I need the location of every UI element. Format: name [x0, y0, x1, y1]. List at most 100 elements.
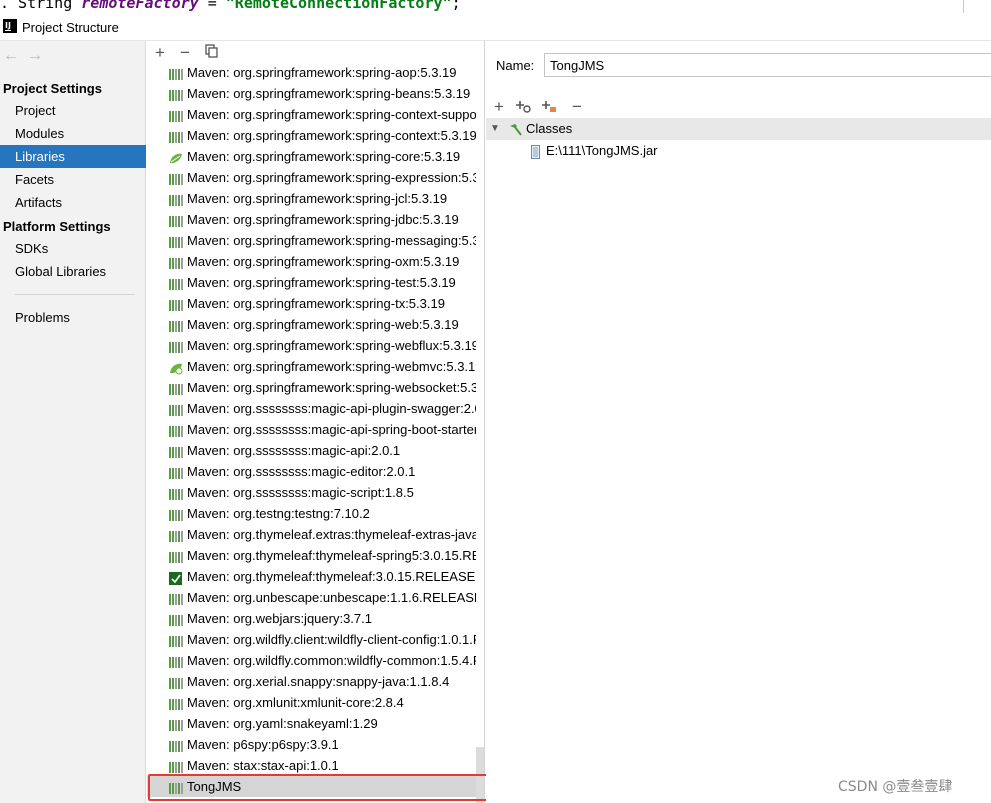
- library-row[interactable]: Maven: org.thymeleaf:thymeleaf:3.0.15.RE…: [147, 566, 477, 587]
- library-row[interactable]: Maven: org.unbescape:unbescape:1.1.6.REL…: [147, 587, 477, 608]
- library-row[interactable]: TongJMS: [147, 776, 477, 797]
- add-native-icon[interactable]: [541, 97, 561, 117]
- library-name: Maven: org.testng:testng:7.10.2: [187, 506, 370, 521]
- library-row[interactable]: Maven: org.springframework:spring-jdbc:5…: [147, 209, 477, 230]
- library-row[interactable]: Maven: org.ssssssss:magic-editor:2.0.1: [147, 461, 477, 482]
- chevron-down-icon[interactable]: ▼: [490, 118, 500, 140]
- library-name: Maven: org.xerial.snappy:snappy-java:1.1…: [187, 674, 450, 689]
- library-row[interactable]: Maven: org.xmlunit:xmlunit-core:2.8.4: [147, 692, 477, 713]
- section-project-settings: Project Settings: [3, 81, 102, 96]
- nav-item-facets[interactable]: Facets: [0, 168, 146, 191]
- maven-library-icon: [169, 192, 183, 206]
- library-name-input[interactable]: [544, 53, 991, 77]
- add-root-icon[interactable]: +: [489, 97, 509, 117]
- maven-library-icon: [169, 339, 183, 353]
- maven-library-icon: [169, 171, 183, 185]
- library-row[interactable]: Maven: org.springframework:spring-web:5.…: [147, 314, 477, 335]
- back-arrow-icon[interactable]: ←: [3, 46, 19, 66]
- library-name: Maven: org.springframework:spring-websoc…: [187, 380, 477, 395]
- spring-library-icon: [169, 360, 183, 375]
- library-row[interactable]: Maven: org.springframework:spring-webmvc…: [147, 356, 477, 377]
- section-platform-settings: Platform Settings: [3, 219, 111, 234]
- library-row[interactable]: Maven: org.springframework:spring-webflu…: [147, 335, 477, 356]
- library-name: Maven: org.wildfly.client:wildfly-client…: [187, 632, 477, 647]
- library-name: Maven: org.springframework:spring-messag…: [187, 233, 477, 248]
- library-row[interactable]: Maven: stax:stax-api:1.0.1: [147, 755, 477, 776]
- library-row[interactable]: Maven: org.ssssssss:magic-api-spring-boo…: [147, 419, 477, 440]
- settings-navigation: ← → Project Settings Project Modules Lib…: [0, 41, 146, 803]
- add-classes-icon[interactable]: [515, 97, 535, 117]
- library-row[interactable]: Maven: org.wildfly.common:wildfly-common…: [147, 650, 477, 671]
- copy-library-icon[interactable]: [202, 43, 222, 63]
- library-row[interactable]: Maven: org.springframework:spring-tx:5.3…: [147, 293, 477, 314]
- library-row[interactable]: Maven: org.springframework:spring-expres…: [147, 167, 477, 188]
- jar-entry[interactable]: E:\111\TongJMS.jar: [528, 140, 658, 161]
- nav-item-sdks[interactable]: SDKs: [0, 237, 146, 260]
- window-title: Project Structure: [22, 20, 119, 35]
- library-row[interactable]: Maven: p6spy:p6spy:3.9.1: [147, 734, 477, 755]
- library-name: Maven: org.ssssssss:magic-editor:2.0.1: [187, 464, 416, 479]
- library-row[interactable]: Maven: org.springframework:spring-messag…: [147, 230, 477, 251]
- library-name: Maven: org.springframework:spring-webmvc…: [187, 359, 477, 374]
- maven-library-icon: [169, 423, 183, 437]
- maven-library-icon: [169, 549, 183, 563]
- thymeleaf-library-icon: [169, 570, 183, 585]
- library-name: Maven: org.thymeleaf:thymeleaf-spring5:3…: [187, 548, 477, 563]
- classes-node[interactable]: ▼ Classes: [486, 118, 991, 140]
- nav-item-modules[interactable]: Modules: [0, 122, 146, 145]
- library-row[interactable]: Maven: org.testng:testng:7.10.2: [147, 503, 477, 524]
- library-row[interactable]: Maven: org.springframework:spring-websoc…: [147, 377, 477, 398]
- library-row[interactable]: Maven: org.springframework:spring-contex…: [147, 125, 477, 146]
- library-row[interactable]: Maven: org.xerial.snappy:snappy-java:1.1…: [147, 671, 477, 692]
- nav-item-artifacts[interactable]: Artifacts: [0, 191, 146, 214]
- library-row[interactable]: Maven: org.yaml:snakeyaml:1.29: [147, 713, 477, 734]
- scrollbar-track[interactable]: [476, 65, 484, 803]
- library-row[interactable]: Maven: org.webjars:jquery:3.7.1: [147, 608, 477, 629]
- library-name: Maven: org.ssssssss:magic-api-plugin-swa…: [187, 401, 477, 416]
- maven-library-icon: [169, 612, 183, 626]
- maven-library-icon: [169, 738, 183, 752]
- maven-library-icon: [169, 696, 183, 710]
- library-row[interactable]: Maven: org.springframework:spring-test:5…: [147, 272, 477, 293]
- library-row[interactable]: Maven: org.springframework:spring-contex…: [147, 104, 477, 125]
- library-row[interactable]: Maven: org.springframework:spring-aop:5.…: [147, 62, 477, 83]
- maven-library-icon: [169, 87, 183, 101]
- classes-hammer-icon: [508, 122, 524, 136]
- library-row[interactable]: Maven: org.springframework:spring-oxm:5.…: [147, 251, 477, 272]
- maven-library-icon: [169, 528, 183, 542]
- name-label: Name:: [496, 58, 535, 73]
- maven-library-icon: [169, 591, 183, 605]
- library-name: Maven: org.springframework:spring-webflu…: [187, 338, 477, 353]
- forward-arrow-icon[interactable]: →: [27, 46, 43, 66]
- library-name: Maven: stax:stax-api:1.0.1: [187, 758, 339, 773]
- maven-library-icon: [169, 318, 183, 332]
- nav-item-problems[interactable]: Problems: [0, 306, 146, 329]
- maven-library-icon: [169, 297, 183, 311]
- add-library-icon[interactable]: +: [150, 43, 170, 63]
- dialog-title-bar[interactable]: IJ Project Structure: [0, 13, 991, 41]
- maven-library-icon: [169, 381, 183, 395]
- library-name: Maven: org.thymeleaf.extras:thymeleaf-ex…: [187, 527, 477, 542]
- maven-library-icon: [169, 234, 183, 248]
- remove-root-icon[interactable]: −: [567, 97, 587, 117]
- library-row[interactable]: Maven: org.springframework:spring-jcl:5.…: [147, 188, 477, 209]
- library-row[interactable]: Maven: org.thymeleaf:thymeleaf-spring5:3…: [147, 545, 477, 566]
- library-row[interactable]: Maven: org.springframework:spring-beans:…: [147, 83, 477, 104]
- library-name: Maven: org.springframework:spring-aop:5.…: [187, 65, 457, 80]
- nav-item-libraries[interactable]: Libraries: [0, 145, 146, 168]
- library-row[interactable]: Maven: org.ssssssss:magic-api-plugin-swa…: [147, 398, 477, 419]
- library-row[interactable]: Maven: org.springframework:spring-core:5…: [147, 146, 477, 167]
- nav-item-global-libraries[interactable]: Global Libraries: [0, 260, 146, 283]
- library-row[interactable]: Maven: org.ssssssss:magic-api:2.0.1: [147, 440, 477, 461]
- library-row[interactable]: Maven: org.wildfly.client:wildfly-client…: [147, 629, 477, 650]
- maven-library-icon: [169, 675, 183, 689]
- remove-library-icon[interactable]: −: [175, 43, 195, 63]
- libraries-panel: + − Maven: org.springframework:spring-ao…: [147, 41, 485, 803]
- library-row[interactable]: Maven: org.ssssssss:magic-script:1.8.5: [147, 482, 477, 503]
- library-name: Maven: org.yaml:snakeyaml:1.29: [187, 716, 378, 731]
- library-row[interactable]: Maven: org.thymeleaf.extras:thymeleaf-ex…: [147, 524, 477, 545]
- maven-library-icon: [169, 486, 183, 500]
- nav-item-project[interactable]: Project: [0, 99, 146, 122]
- library-name: Maven: org.springframework:spring-web:5.…: [187, 317, 459, 332]
- scrollbar-thumb[interactable]: [476, 747, 484, 803]
